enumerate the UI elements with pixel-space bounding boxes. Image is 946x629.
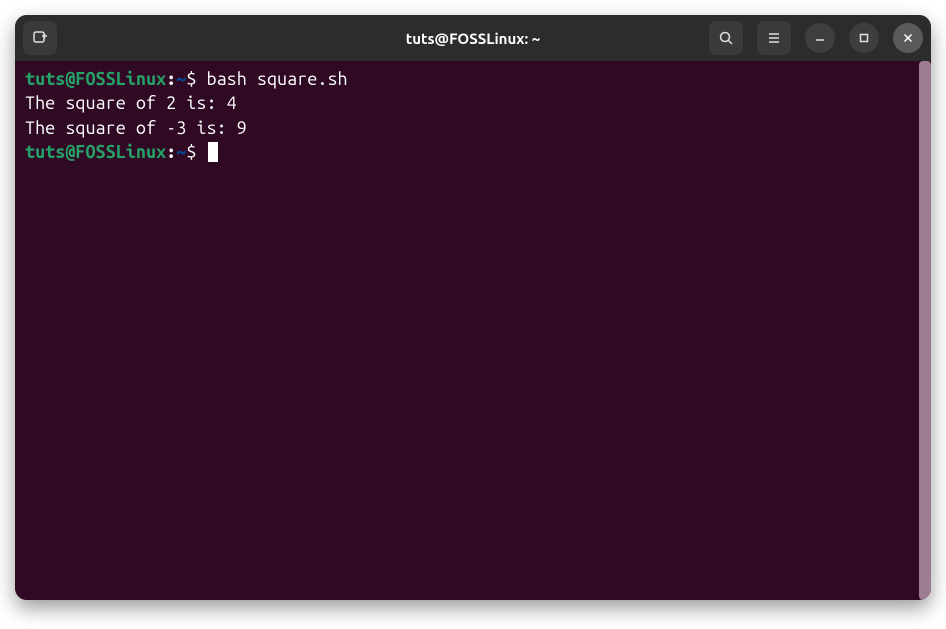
titlebar-left	[23, 21, 57, 55]
titlebar-right	[709, 21, 923, 55]
terminal-window: tuts@FOSSLinux: ~	[15, 15, 931, 600]
search-icon	[718, 30, 734, 46]
output-text: The square of 2 is: 4	[25, 93, 237, 113]
prompt-symbol: $	[186, 69, 206, 89]
terminal-content[interactable]: tuts@FOSSLinux:~$ bash square.shThe squa…	[15, 61, 931, 600]
menu-button[interactable]	[757, 21, 791, 55]
prompt-separator: :	[166, 69, 176, 89]
prompt-separator: :	[166, 142, 176, 162]
prompt-user: tuts@FOSSLinux	[25, 142, 166, 162]
search-button[interactable]	[709, 21, 743, 55]
close-button[interactable]	[893, 23, 923, 53]
terminal-line: tuts@FOSSLinux:~$ bash square.sh	[25, 67, 921, 91]
new-tab-button[interactable]	[23, 21, 57, 55]
output-text: The square of -3 is: 9	[25, 118, 247, 138]
scrollbar[interactable]	[919, 61, 931, 600]
prompt-path: ~	[176, 142, 186, 162]
terminal-line: The square of 2 is: 4	[25, 91, 921, 115]
window-title: tuts@FOSSLinux: ~	[406, 30, 540, 47]
titlebar: tuts@FOSSLinux: ~	[15, 15, 931, 61]
minimize-icon	[814, 32, 826, 44]
prompt-path: ~	[176, 69, 186, 89]
terminal-line: tuts@FOSSLinux:~$	[25, 140, 921, 164]
hamburger-icon	[766, 30, 782, 46]
prompt-user: tuts@FOSSLinux	[25, 69, 166, 89]
command-text: bash square.sh	[206, 69, 347, 89]
prompt-symbol: $	[186, 142, 206, 162]
new-tab-icon	[32, 30, 48, 46]
maximize-button[interactable]	[849, 23, 879, 53]
maximize-icon	[858, 32, 870, 44]
terminal-line: The square of -3 is: 9	[25, 116, 921, 140]
cursor	[208, 142, 218, 162]
close-icon	[902, 32, 914, 44]
scrollbar-thumb[interactable]	[919, 61, 931, 600]
minimize-button[interactable]	[805, 23, 835, 53]
